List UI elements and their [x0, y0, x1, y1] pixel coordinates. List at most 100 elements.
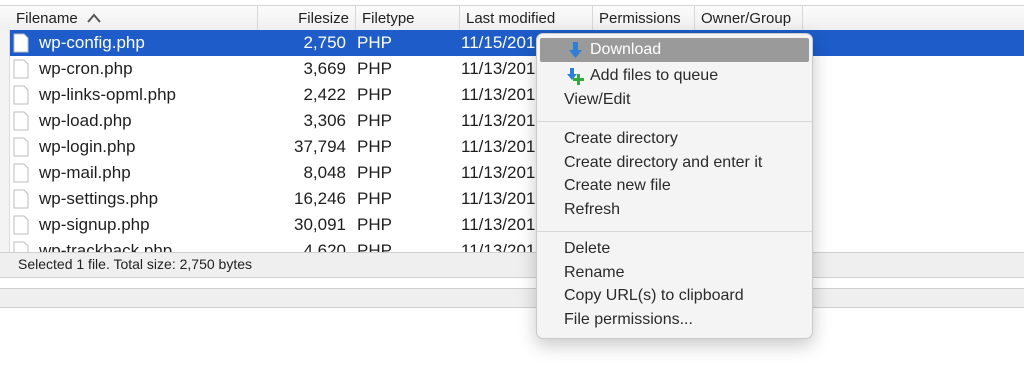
file-size: 2,422 [303, 85, 346, 104]
menu-item-label: Create directory [564, 130, 678, 147]
column-filetype[interactable]: Filetype [356, 6, 460, 31]
column-permissions-label: Permissions [599, 10, 681, 27]
file-name: wp-signup.php [39, 215, 150, 234]
column-filename[interactable]: Filename [0, 6, 258, 31]
file-modified: 11/13/201 [461, 189, 536, 208]
column-last-modified[interactable]: Last modified [460, 6, 593, 31]
menu-item-rename[interactable]: Rename [540, 261, 809, 285]
column-filesize[interactable]: Filesize [258, 6, 356, 31]
file-size: 2,750 [303, 33, 346, 52]
table-row[interactable]: wp-login.php 37,794 PHP 11/13/201 [10, 134, 1024, 160]
column-filetype-label: Filetype [362, 10, 415, 27]
file-icon [13, 59, 29, 79]
file-size: 4,620 [303, 241, 346, 252]
file-icon [13, 85, 29, 105]
menu-item-add-to-queue[interactable]: Add files to queue [540, 64, 809, 88]
menu-item-download[interactable]: Download [540, 38, 809, 62]
column-permissions[interactable]: Permissions [593, 6, 695, 31]
column-filesize-label: Filesize [298, 10, 349, 27]
file-name: wp-login.php [39, 137, 136, 156]
file-size: 8,048 [303, 163, 346, 182]
file-type: PHP [357, 33, 392, 52]
file-name: wp-links-opml.php [39, 85, 176, 104]
context-menu: Download Add files to queue View/Edit Cr… [536, 33, 813, 339]
file-icon [13, 241, 29, 252]
table-row[interactable]: wp-mail.php 8,048 PHP 11/13/201 [10, 160, 1024, 186]
menu-item-label: File permissions... [564, 311, 693, 328]
file-type: PHP [357, 137, 392, 156]
file-modified: 11/13/201 [461, 163, 536, 182]
column-last-modified-label: Last modified [466, 10, 556, 27]
table-row[interactable]: wp-settings.php 16,246 PHP 11/13/201 [10, 186, 1024, 212]
file-type: PHP [357, 163, 392, 182]
menu-item-label: Create directory and enter it [564, 154, 763, 171]
file-modified: 11/13/201 [461, 241, 536, 252]
file-type: PHP [357, 241, 392, 252]
menu-item-label: Rename [564, 264, 625, 281]
menu-item-label: Download [590, 41, 662, 58]
menu-item-label: Delete [564, 240, 611, 257]
file-type: PHP [357, 59, 392, 78]
menu-item-refresh[interactable]: Refresh [540, 198, 809, 222]
table-row[interactable]: wp-config.php 2,750 PHP 11/15/201 [10, 30, 1024, 56]
file-modified: 11/13/201 [461, 215, 536, 234]
file-size: 30,091 [294, 215, 346, 234]
file-type: PHP [357, 85, 392, 104]
menu-item-label: View/Edit [564, 91, 631, 108]
menu-item-copy-url[interactable]: Copy URL(s) to clipboard [540, 284, 809, 308]
menu-item-create-directory-enter[interactable]: Create directory and enter it [540, 151, 809, 175]
table-row[interactable]: wp-load.php 3,306 PHP 11/13/201 [10, 108, 1024, 134]
file-size: 3,306 [303, 111, 346, 130]
file-modified: 11/13/201 [461, 111, 536, 130]
download-icon [569, 42, 582, 58]
file-icon [13, 189, 29, 209]
queue-pane-divider[interactable] [0, 289, 1024, 308]
file-name: wp-settings.php [39, 189, 159, 208]
file-name: wp-load.php [39, 111, 132, 130]
menu-item-view-edit[interactable]: View/Edit [540, 88, 809, 112]
menu-item-label: Add files to queue [590, 67, 719, 84]
column-owner-group-label: Owner/Group [701, 10, 792, 27]
menu-item-create-new-file[interactable]: Create new file [540, 174, 809, 198]
file-name: wp-trackback.php [39, 241, 173, 252]
file-name: wp-cron.php [39, 59, 133, 78]
menu-separator [537, 231, 812, 232]
file-modified: 11/13/201 [461, 59, 536, 78]
file-type: PHP [357, 111, 392, 130]
file-name: wp-mail.php [39, 163, 131, 182]
file-size: 16,246 [294, 189, 346, 208]
tree-divider[interactable] [0, 30, 10, 252]
file-modified: 11/13/201 [461, 85, 536, 104]
chevron-up-icon [87, 13, 101, 23]
add-to-queue-icon [567, 68, 584, 85]
file-icon [13, 215, 29, 235]
table-row[interactable]: wp-signup.php 30,091 PHP 11/13/201 [10, 212, 1024, 238]
file-modified: 11/13/201 [461, 137, 536, 156]
file-icon [13, 137, 29, 157]
column-header-bar: Filename Filesize Filetype Last modified… [0, 5, 1024, 32]
menu-item-delete[interactable]: Delete [540, 237, 809, 261]
table-row[interactable]: wp-links-opml.php 2,422 PHP 11/13/201 [10, 82, 1024, 108]
menu-item-label: Create new file [564, 177, 671, 194]
table-row[interactable]: wp-cron.php 3,669 PHP 11/13/201 [10, 56, 1024, 82]
menu-item-file-permissions[interactable]: File permissions... [540, 308, 809, 332]
file-type: PHP [357, 189, 392, 208]
column-filename-label: Filename [16, 10, 78, 27]
file-name: wp-config.php [39, 33, 145, 52]
file-list: wp-config.php 2,750 PHP 11/15/201 wp-cro… [10, 30, 1024, 252]
file-icon [13, 33, 29, 53]
selection-status: Selected 1 file. Total size: 2,750 bytes [18, 256, 252, 272]
menu-separator [537, 121, 812, 122]
menu-item-create-directory[interactable]: Create directory [540, 127, 809, 151]
table-row[interactable]: wp-trackback.php 4,620 PHP 11/13/201 [10, 238, 1024, 252]
file-type: PHP [357, 215, 392, 234]
file-size: 3,669 [303, 59, 346, 78]
menu-item-label: Copy URL(s) to clipboard [564, 287, 744, 304]
file-icon [13, 163, 29, 183]
remote-file-list-pane: Filename Filesize Filetype Last modified… [0, 0, 1024, 289]
menu-item-label: Refresh [564, 201, 621, 218]
column-owner-group[interactable]: Owner/Group [695, 6, 803, 31]
file-icon [13, 111, 29, 131]
file-size: 37,794 [294, 137, 346, 156]
status-bar: Selected 1 file. Total size: 2,750 bytes [0, 252, 1024, 278]
